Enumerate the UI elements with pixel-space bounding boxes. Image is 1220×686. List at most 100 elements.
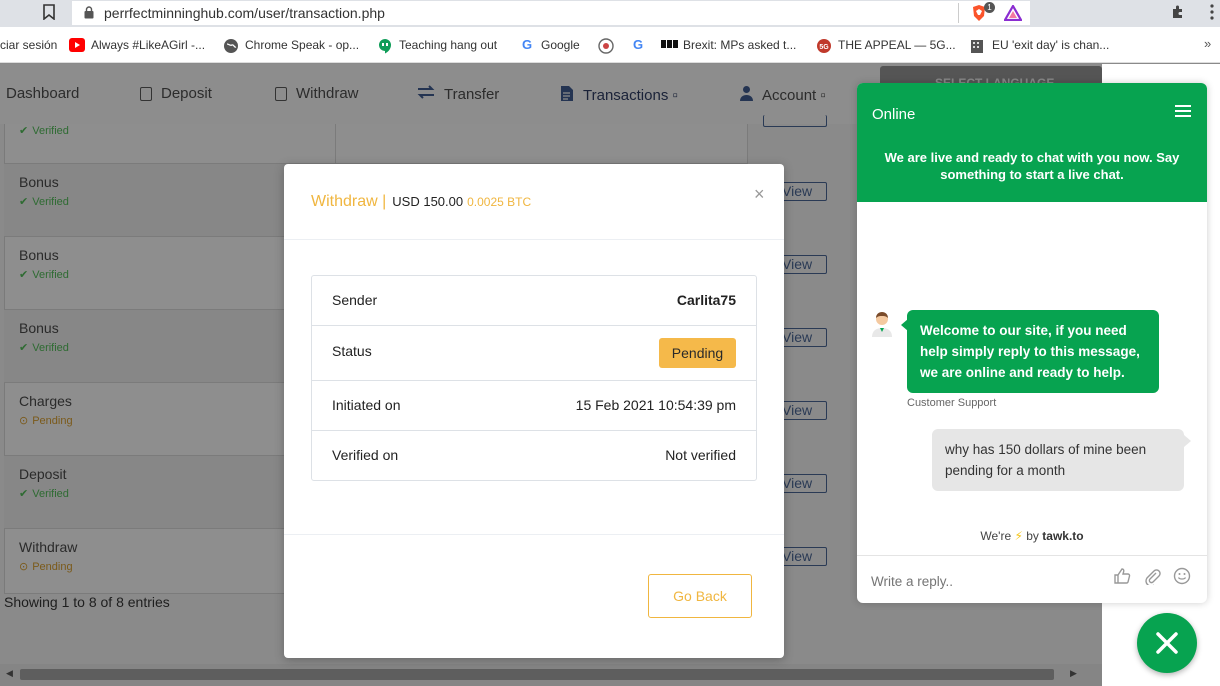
check-icon: ✔: [19, 125, 29, 137]
status-verified: ✔ Verified: [19, 487, 69, 501]
paperclip-icon[interactable]: [1143, 567, 1161, 590]
hamburger-menu-icon[interactable]: [1175, 105, 1191, 117]
status-verified: ✔ Verified: [19, 341, 69, 355]
detail-value: 15 Feb 2021 10:54:39 pm: [575, 397, 736, 413]
brave-rewards-icon[interactable]: [1003, 3, 1023, 22]
powered-by[interactable]: We're ⚡ by tawk.to: [857, 529, 1207, 543]
nav-label: Dashboard: [6, 85, 80, 102]
bookmark-item[interactable]: Always #LikeAGirl -...: [69, 37, 205, 53]
building-icon: [970, 38, 986, 53]
live-chat-widget: Online We are live and ready to chat wit…: [857, 83, 1207, 603]
pagination-info: Showing 1 to 8 of 8 entries: [4, 594, 170, 610]
agent-avatar: [871, 311, 893, 337]
transaction-type: Deposit: [19, 466, 67, 482]
google-icon: G: [521, 37, 533, 52]
bookmark-item[interactable]: EU 'exit day' is chan...: [970, 37, 1109, 53]
detail-label: Status: [332, 343, 372, 359]
view-button[interactable]: [763, 115, 827, 127]
bookmark-label: Google: [541, 38, 580, 52]
status-verified: ✔ Verified: [19, 124, 69, 138]
nav-account[interactable]: Account ▫: [740, 85, 826, 105]
google-icon: G: [632, 37, 644, 52]
document-icon: [560, 85, 574, 106]
url-text[interactable]: perrfectminninghub.com/user/transaction.…: [104, 5, 385, 21]
nav-withdraw[interactable]: Withdraw: [275, 85, 359, 102]
transaction-details-table: Sender Carlita75 Status Pending Initiate…: [311, 275, 757, 481]
emoji-icon[interactable]: [1173, 567, 1191, 590]
nav-label: Transactions ▫: [583, 87, 678, 104]
transaction-type: Bonus: [19, 174, 59, 190]
go-back-button[interactable]: Go Back: [648, 574, 752, 618]
bookmark-item[interactable]: G: [630, 37, 646, 53]
nav-label: Transfer: [444, 85, 500, 103]
scroll-right-arrow-icon[interactable]: ▶: [1070, 668, 1077, 679]
detail-label: Verified on: [332, 447, 399, 463]
transaction-type: Charges: [19, 393, 72, 409]
nav-deposit[interactable]: Deposit: [140, 85, 212, 102]
detail-label: Sender: [332, 292, 378, 308]
bookmark-item[interactable]: Chrome Speak - op...: [223, 37, 359, 53]
url-divider: [958, 3, 959, 23]
powered-brand: tawk.to: [1042, 529, 1084, 543]
bookmark-item[interactable]: Teaching hang out: [377, 37, 497, 54]
status-text: Verified: [32, 487, 69, 500]
agent-message: Welcome to our site, if you need help si…: [907, 310, 1159, 393]
detail-label: Initiated on: [332, 397, 401, 413]
status-text: Pending: [32, 414, 73, 427]
chat-close-button[interactable]: [1137, 613, 1197, 673]
reply-input[interactable]: [871, 571, 1101, 591]
check-icon: ✔: [19, 488, 29, 500]
status-verified: ✔ Verified: [19, 268, 69, 282]
divider: [284, 534, 784, 535]
thumbs-up-icon[interactable]: [1113, 567, 1131, 590]
youtube-icon: [69, 38, 85, 52]
status-text: Verified: [32, 195, 69, 208]
5g-icon: 5G: [816, 38, 832, 53]
nav-transactions[interactable]: Transactions ▫: [560, 85, 678, 106]
nav-transfer[interactable]: Transfer: [417, 85, 499, 103]
powered-by-word: by: [1026, 529, 1039, 543]
check-icon: ✔: [19, 196, 29, 208]
clock-icon: ⊙: [19, 415, 29, 427]
site-icon: [598, 38, 614, 54]
extensions-puzzle-icon[interactable]: [1170, 4, 1188, 22]
extension-badge: 1: [984, 2, 995, 13]
bookmark-item[interactable]: G Google: [519, 37, 580, 53]
close-icon[interactable]: ×: [754, 184, 765, 205]
transaction-type: Bonus: [19, 247, 59, 263]
lock-icon[interactable]: [84, 6, 94, 19]
scroll-left-arrow-icon[interactable]: ◀: [6, 668, 13, 679]
bookmark-item[interactable]: 5G THE APPEAL — 5G...: [816, 37, 956, 53]
deposit-icon: [140, 86, 152, 101]
detail-value: Carlita75: [676, 292, 736, 308]
status-text: Verified: [32, 124, 69, 137]
bookmark-item[interactable]: [598, 37, 614, 54]
svg-text:5G: 5G: [819, 44, 829, 51]
bookmark-item[interactable]: Brexit: MPs asked t...: [661, 37, 796, 53]
transfer-icon: [417, 85, 435, 103]
bookmarks-more[interactable]: »: [1204, 36, 1211, 51]
hangouts-icon: [377, 38, 393, 54]
scrollbar-thumb[interactable]: [20, 669, 1054, 680]
bookmark-label: THE APPEAL — 5G...: [838, 38, 956, 52]
chat-status: Online: [872, 106, 916, 123]
chat-header: Online We are live and ready to chat wit…: [857, 83, 1207, 202]
nav-label: Deposit: [161, 85, 212, 102]
clock-icon: ⊙: [19, 561, 29, 573]
check-icon: ✔: [19, 342, 29, 354]
bookmark-label: EU 'exit day' is chan...: [992, 38, 1110, 52]
status-text: Pending: [32, 560, 73, 573]
bookmark-item[interactable]: ciar sesión: [0, 37, 57, 53]
withdraw-details-modal: Withdraw | USD 150.00 0.0025 BTC × Sende…: [284, 164, 784, 658]
nav-dashboard[interactable]: Dashboard: [6, 85, 79, 102]
browser-menu-icon[interactable]: [1205, 2, 1219, 22]
detail-row-initiated: Initiated on 15 Feb 2021 10:54:39 pm: [312, 381, 756, 431]
close-icon: [1156, 632, 1178, 654]
bookmark-label: Brexit: MPs asked t...: [683, 38, 797, 52]
reply-actions: [1113, 567, 1191, 590]
bookmark-label: Chrome Speak - op...: [245, 38, 360, 52]
status-verified: ✔ Verified: [19, 195, 69, 209]
amount-usd: USD 150.00: [392, 194, 464, 209]
bookmark-icon[interactable]: [40, 4, 58, 22]
lightning-icon: ⚡: [1014, 529, 1023, 543]
